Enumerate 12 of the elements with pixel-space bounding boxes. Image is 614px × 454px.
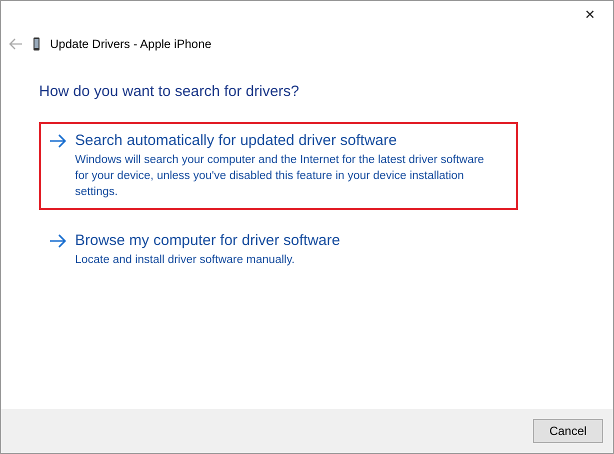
option-link[interactable]: Search automatically for updated driver software [75,132,500,150]
option-description: Windows will search your computer and the Internet for the latest driver software for your device, unless you've disabled this feature in your device installation settings. [75,152,486,200]
back-arrow-icon[interactable] [9,38,23,50]
arrow-icon [49,234,67,248]
close-button[interactable]: ✕ [567,1,613,29]
phone-icon [33,37,40,51]
arrow-icon [49,134,67,148]
page-heading: How do you want to search for drivers? [39,82,300,102]
cancel-button[interactable]: Cancel [533,419,603,443]
option-link[interactable]: Browse my computer for driver software [75,232,340,250]
window-title: Update Drivers - Apple iPhone [50,36,212,53]
option-description: Locate and install driver software manually. [75,252,296,268]
